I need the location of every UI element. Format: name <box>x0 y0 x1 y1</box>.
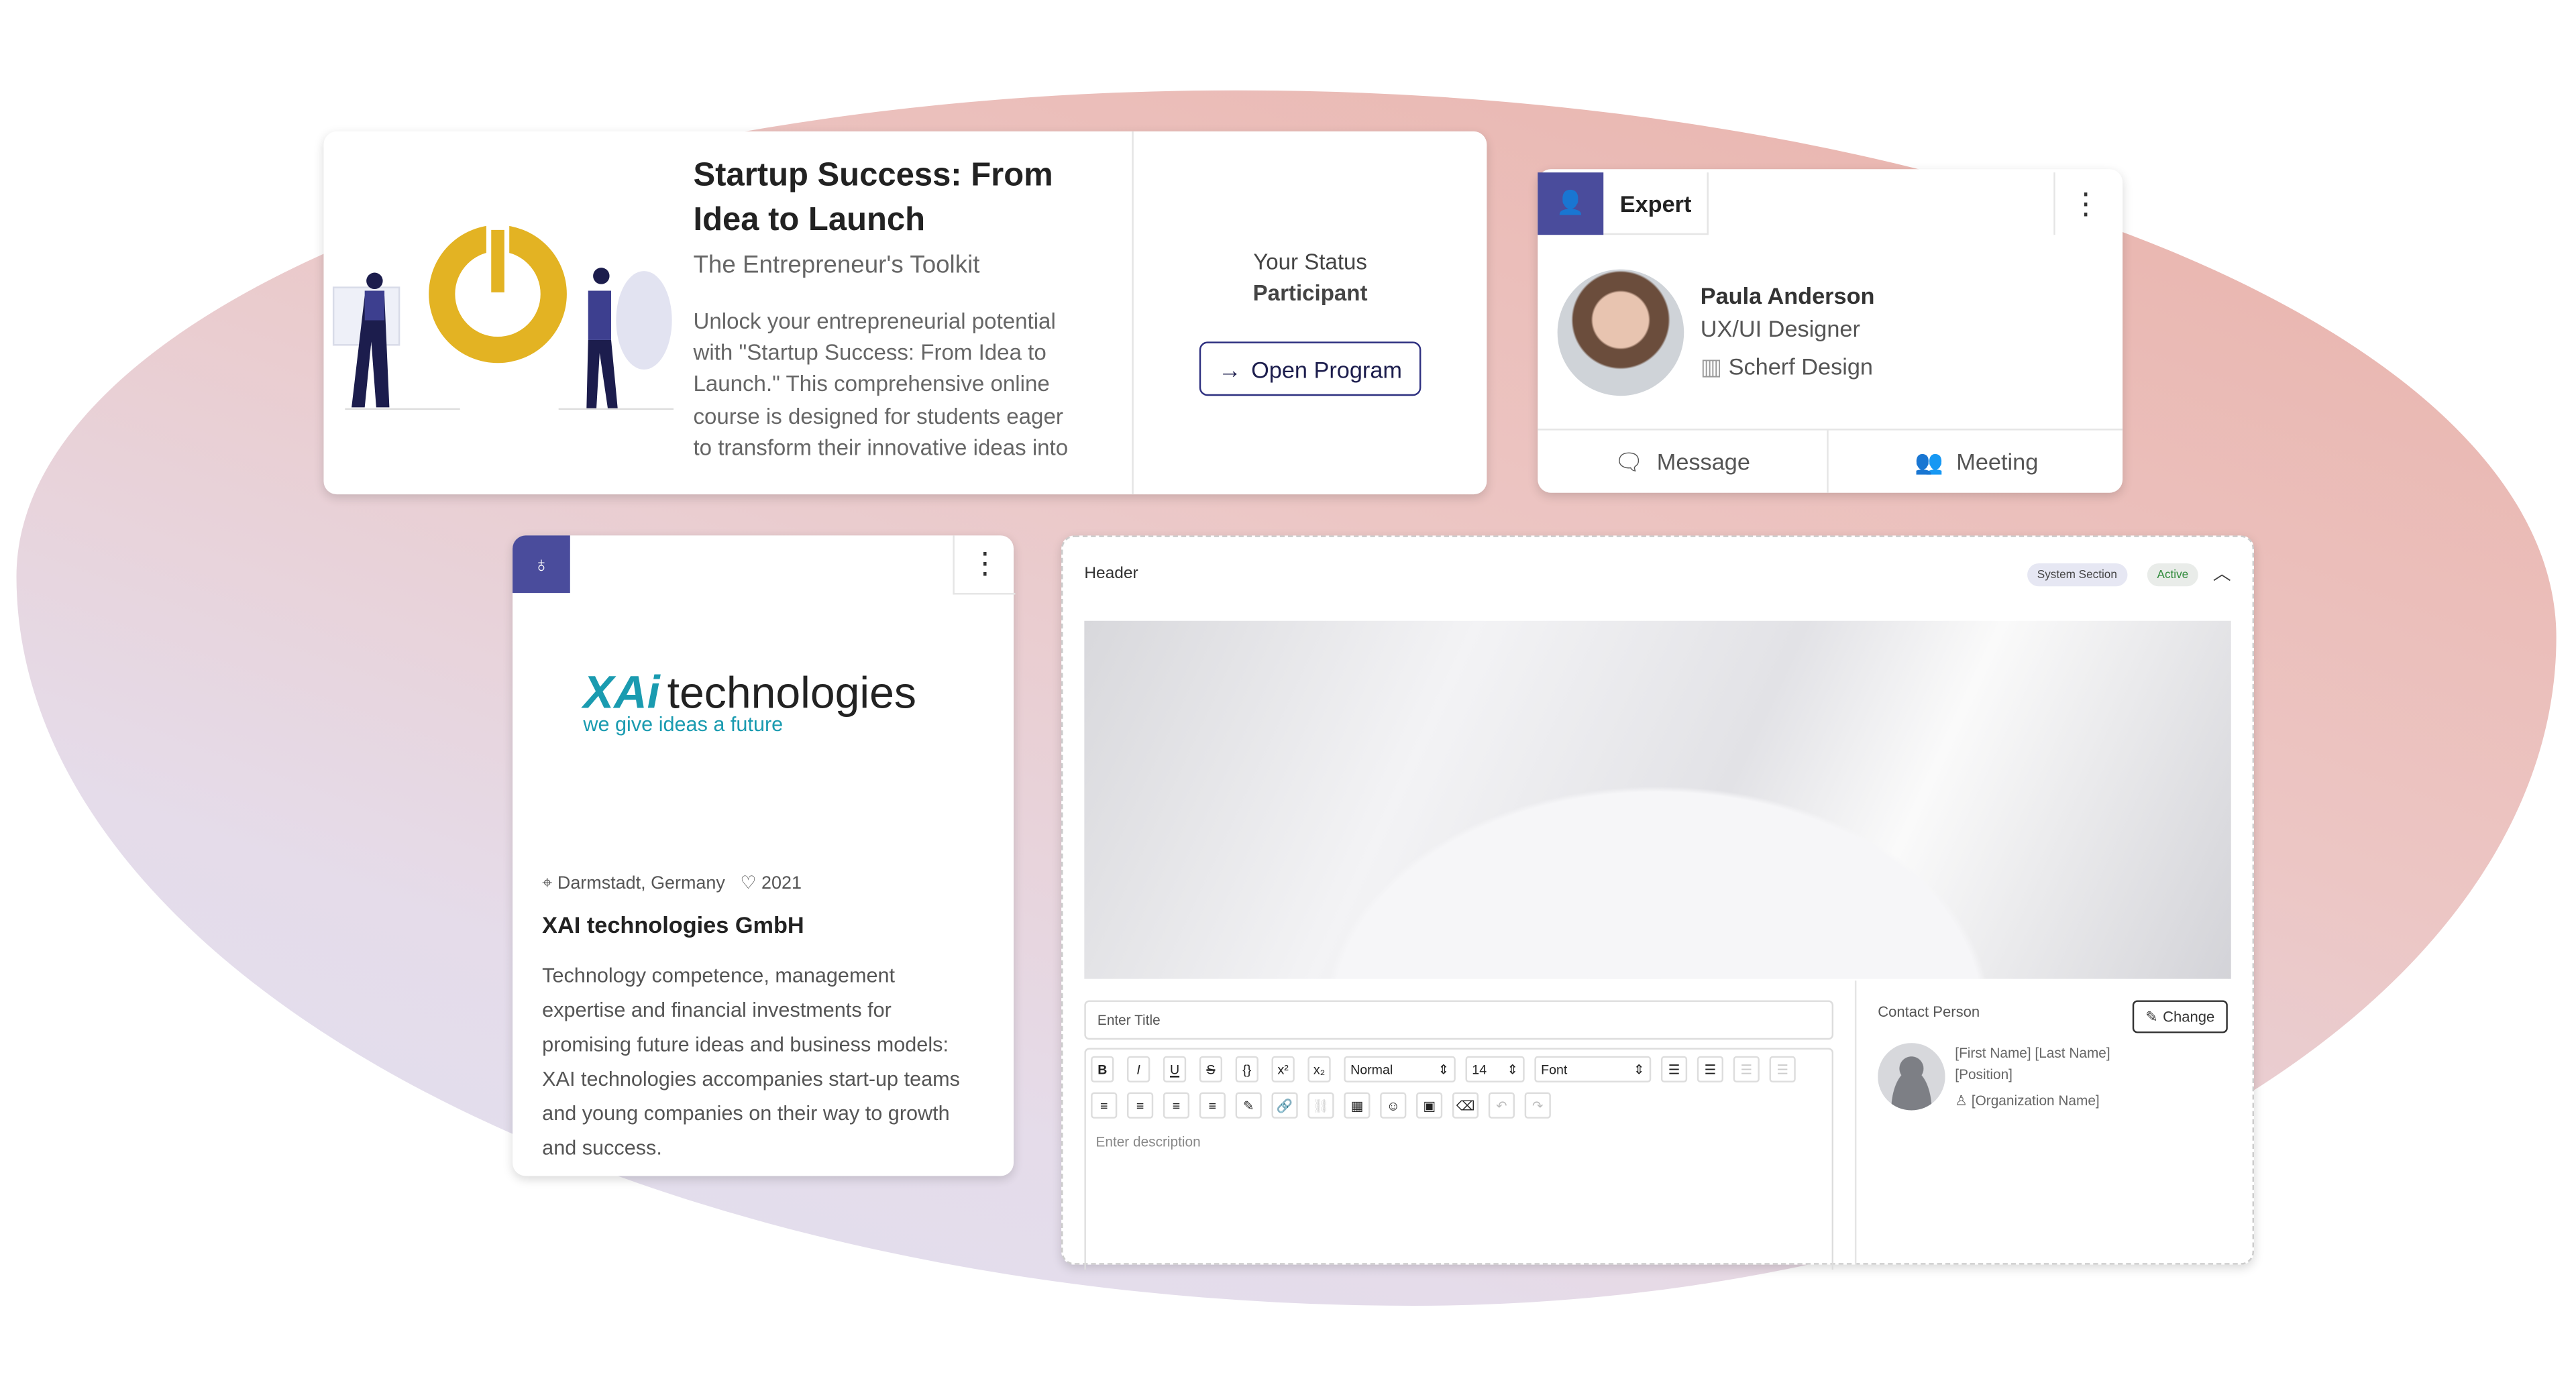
contact-person-label: Contact Person <box>1878 1003 1980 1020</box>
outdent-icon[interactable]: ☰ <box>1769 1056 1796 1082</box>
subscript-button[interactable]: x₂ <box>1307 1056 1331 1082</box>
undo-icon[interactable]: ↶ <box>1488 1092 1515 1119</box>
status-label: Your Status <box>1253 249 1367 274</box>
style-select[interactable]: Normal ⇕ <box>1344 1056 1456 1082</box>
open-program-label: Open Program <box>1251 355 1402 382</box>
program-description: Unlock your entrepreneurial potential wit… <box>693 309 1069 460</box>
open-program-button[interactable]: → Open Program <box>1199 341 1421 396</box>
expert-role: UX/UI Designer <box>1700 315 1860 342</box>
company-name: XAI technologies GmbH <box>542 911 804 938</box>
underline-button[interactable]: U <box>1163 1056 1187 1082</box>
more-options-icon[interactable]: ⋮ <box>2053 172 2116 235</box>
expert-company: ▥ Scherf Design <box>1700 353 1874 380</box>
collapse-chevron-icon[interactable]: ︿ <box>2213 560 2231 586</box>
change-contact-button[interactable]: ✎ Change <box>2132 1000 2228 1034</box>
superscript-button[interactable]: x² <box>1271 1056 1295 1082</box>
bold-button[interactable]: B <box>1091 1056 1114 1082</box>
company-location: Darmstadt, Germany <box>557 873 725 894</box>
contact-organization: ♙ [Organization Name] <box>1955 1092 2100 1109</box>
company-logo: XAi technologies we give ideas a future <box>583 667 916 736</box>
program-illustration <box>332 225 674 410</box>
italic-button[interactable]: I <box>1127 1056 1150 1082</box>
title-input[interactable]: Enter Title <box>1084 1000 1834 1040</box>
font-select[interactable]: Font ⇕ <box>1534 1056 1652 1082</box>
justify-icon[interactable]: ≡ <box>1199 1092 1226 1119</box>
program-title: Startup Success: From Idea to Launch <box>693 158 1053 239</box>
avatar <box>1557 269 1684 396</box>
section-title: Header <box>1084 565 1138 583</box>
startup-badge-icon: ♁ <box>513 535 570 594</box>
contact-position: [Position] <box>1955 1066 2012 1082</box>
contact-name: [First Name] [Last Name] <box>1955 1044 2110 1062</box>
expert-name: Paula Anderson <box>1700 282 1875 309</box>
link-icon[interactable]: 🔗 <box>1271 1092 1298 1119</box>
user-icon: 👤 <box>1538 171 1604 234</box>
table-icon[interactable]: ▦ <box>1344 1092 1371 1119</box>
meeting-button[interactable]: 👥 Meeting <box>1830 431 2123 493</box>
meeting-icon: 👥 <box>1915 447 1943 474</box>
company-card: ♁ ⋮ XAi technologies we give ideas a fut… <box>513 535 1016 1176</box>
program-card: Startup Success: From Idea to Launch The … <box>323 131 1487 495</box>
code-button[interactable]: {} <box>1235 1056 1258 1082</box>
person-icon: ♙ <box>1955 1092 1968 1109</box>
arrow-right-icon: → <box>1218 355 1242 382</box>
align-left-icon[interactable]: ≡ <box>1091 1092 1118 1119</box>
emoji-icon[interactable]: ☺ <box>1380 1092 1407 1119</box>
bullet-list-icon[interactable]: ☰ <box>1660 1056 1688 1082</box>
company-founded: 2021 <box>761 873 802 894</box>
size-select[interactable]: 14 ⇕ <box>1465 1056 1525 1082</box>
align-right-icon[interactable]: ≡ <box>1163 1092 1190 1119</box>
contact-avatar <box>1878 1043 1945 1111</box>
message-button[interactable]: 🗨 Message <box>1538 430 1829 493</box>
align-center-icon[interactable]: ≡ <box>1127 1092 1154 1119</box>
xai-logo-mark: XAi <box>583 667 660 718</box>
status-value: Participant <box>1252 280 1368 306</box>
description-editor[interactable]: B I U S {} x² x₂ Normal ⇕ 14 ⇕ Font ⇕ ☰ ☰ ☰… <box>1084 1048 1834 1270</box>
location-pin-icon: ⌖ <box>542 873 553 894</box>
image-icon[interactable]: ▣ <box>1416 1092 1443 1119</box>
indent-icon[interactable]: ☰ <box>1733 1056 1760 1082</box>
system-section-badge: System Section <box>2027 563 2127 587</box>
header-section-editor: Header System Section Active ︿ Enter Tit… <box>1061 535 2255 1270</box>
redo-icon[interactable]: ↷ <box>1524 1092 1551 1119</box>
company-description: Technology competence, management experti… <box>542 964 960 1160</box>
header-image[interactable] <box>1084 620 2231 979</box>
column-divider <box>1132 131 1134 495</box>
pencil-icon: ✎ <box>2145 1007 2158 1024</box>
company-meta: ⌖ Darmstadt, Germany ♡ 2021 <box>542 872 802 895</box>
chat-icon: 🗨 <box>1614 447 1644 474</box>
strikethrough-button[interactable]: S <box>1199 1056 1223 1082</box>
numbered-list-icon[interactable]: ☰ <box>1697 1056 1724 1082</box>
description-placeholder: Enter description <box>1095 1133 1201 1150</box>
panel-divider <box>1854 981 1857 1267</box>
color-picker-icon[interactable]: ✎ <box>1235 1092 1262 1119</box>
program-subtitle: The Entrepreneur's Toolkit <box>693 251 980 280</box>
active-badge: Active <box>2147 563 2198 587</box>
expert-card: 👤 Expert ⋮ Paula Anderson UX/UI Designer… <box>1538 169 2123 493</box>
building-icon: ▥ <box>1700 353 1723 380</box>
more-options-icon[interactable]: ⋮ <box>953 535 1016 595</box>
expert-tab-label: Expert <box>1619 189 1692 217</box>
handshake-icon: ♡ <box>740 873 757 894</box>
clear-format-icon[interactable]: ⌫ <box>1452 1092 1479 1119</box>
expert-tab: 👤 Expert <box>1538 171 1709 235</box>
unlink-icon[interactable]: ⛓ <box>1307 1092 1334 1119</box>
